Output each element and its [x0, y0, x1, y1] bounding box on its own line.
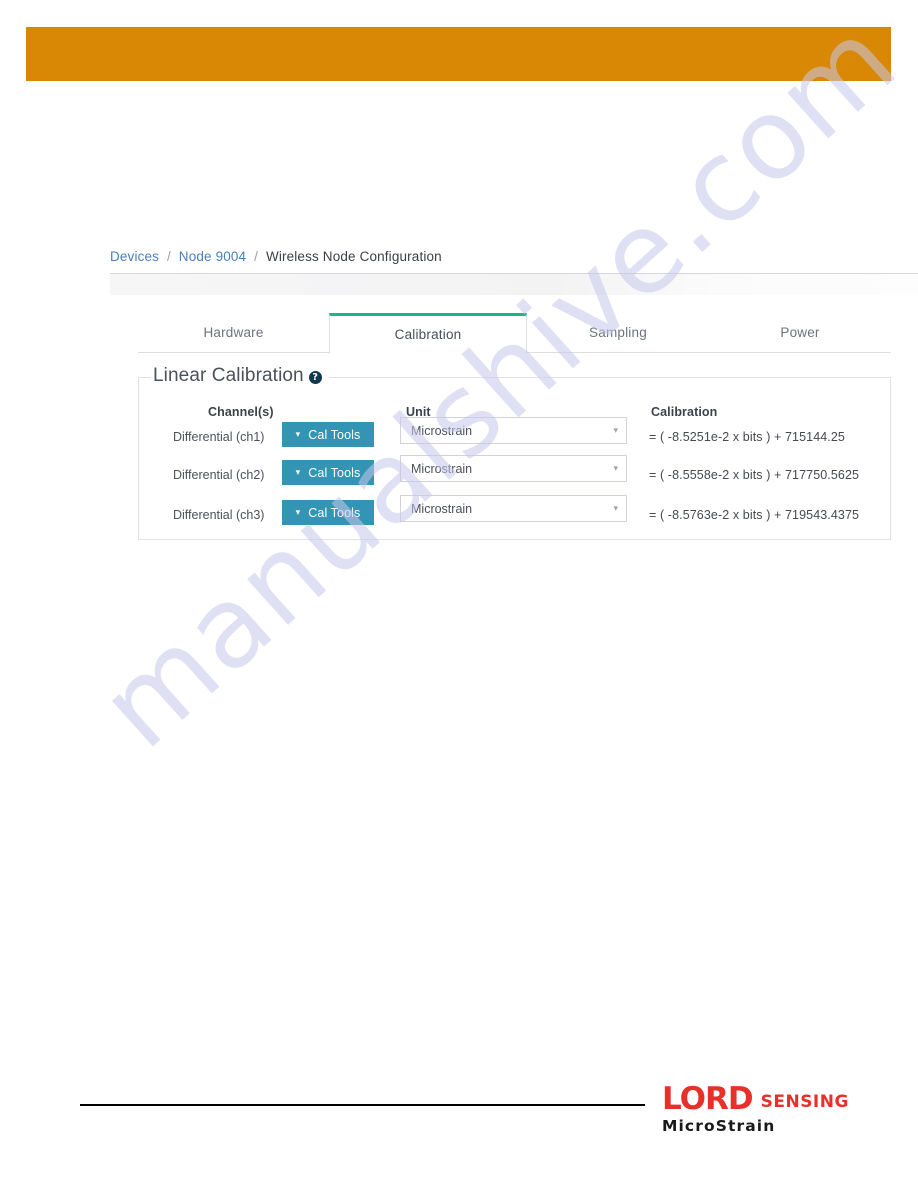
cal-tools-button[interactable]: ▾ Cal Tools	[282, 460, 374, 485]
calibration-formula: = ( -8.5251e-2 x bits ) + 715144.25	[649, 430, 845, 444]
breadcrumb-item-devices[interactable]: Devices	[110, 249, 159, 264]
unit-select[interactable]: Microstrain ▾	[400, 417, 627, 444]
breadcrumb-separator: /	[166, 249, 171, 264]
unit-select-value: Microstrain	[411, 423, 473, 438]
tab-hardware[interactable]: Hardware	[138, 313, 329, 353]
breadcrumb: Devices / Node 9004 / Wireless Node Conf…	[110, 249, 442, 264]
chevron-down-icon: ▾	[295, 429, 301, 439]
lord-sensing-logo: LORD SENSING MicroStrain	[662, 1081, 857, 1136]
calibration-formula: = ( -8.5763e-2 x bits ) + 719543.4375	[649, 508, 860, 522]
tab-sampling[interactable]: Sampling	[527, 313, 709, 353]
table-row: Differential (ch3) ▾ Cal Tools Microstra…	[139, 495, 890, 542]
chevron-down-icon: ▾	[295, 467, 301, 477]
watermark-overlay: manualshive.com	[0, 0, 918, 1188]
orange-header-band	[26, 27, 891, 81]
unit-select-value: Microstrain	[411, 501, 473, 516]
logo-subbrand-text: SENSING	[760, 1092, 849, 1112]
unit-select-value: Microstrain	[411, 461, 473, 476]
panel-title: Linear Calibration	[153, 365, 304, 386]
cal-tools-button[interactable]: ▾ Cal Tools	[282, 422, 374, 447]
cal-tools-label: Cal Tools	[308, 465, 361, 480]
cal-tools-label: Cal Tools	[308, 427, 361, 442]
breadcrumb-item-node[interactable]: Node 9004	[179, 249, 246, 264]
chevron-down-icon: ▾	[613, 503, 618, 513]
breadcrumb-separator: /	[254, 249, 259, 264]
column-header-channel: Channel(s)	[208, 405, 274, 419]
calibration-formula: = ( -8.5558e-2 x bits ) + 717750.5625	[649, 468, 860, 482]
column-header-calibration: Calibration	[651, 405, 718, 419]
logo-brand-text: LORD	[662, 1081, 754, 1117]
unit-select[interactable]: Microstrain ▾	[400, 455, 627, 482]
breadcrumb-item-current: Wireless Node Configuration	[265, 249, 442, 264]
help-icon[interactable]: ?	[308, 370, 322, 384]
logo-division-text: MicroStrain	[662, 1117, 776, 1135]
breadcrumb-underbar	[110, 273, 918, 295]
unit-select[interactable]: Microstrain ▾	[400, 495, 627, 522]
cal-tools-label: Cal Tools	[308, 505, 361, 520]
footer-divider	[80, 1104, 645, 1106]
cal-tools-button[interactable]: ▾ Cal Tools	[282, 500, 374, 525]
tab-calibration[interactable]: Calibration	[329, 313, 527, 354]
panel-legend: Linear Calibration ?	[151, 365, 329, 387]
chevron-down-icon: ▾	[295, 507, 301, 517]
chevron-down-icon: ▾	[613, 425, 618, 435]
linear-calibration-panel: Linear Calibration ? Channel(s) Unit Cal…	[138, 365, 891, 542]
tab-power[interactable]: Power	[709, 313, 891, 353]
chevron-down-icon: ▾	[613, 463, 618, 473]
tab-strip: Hardware Calibration Sampling Power	[138, 313, 891, 354]
